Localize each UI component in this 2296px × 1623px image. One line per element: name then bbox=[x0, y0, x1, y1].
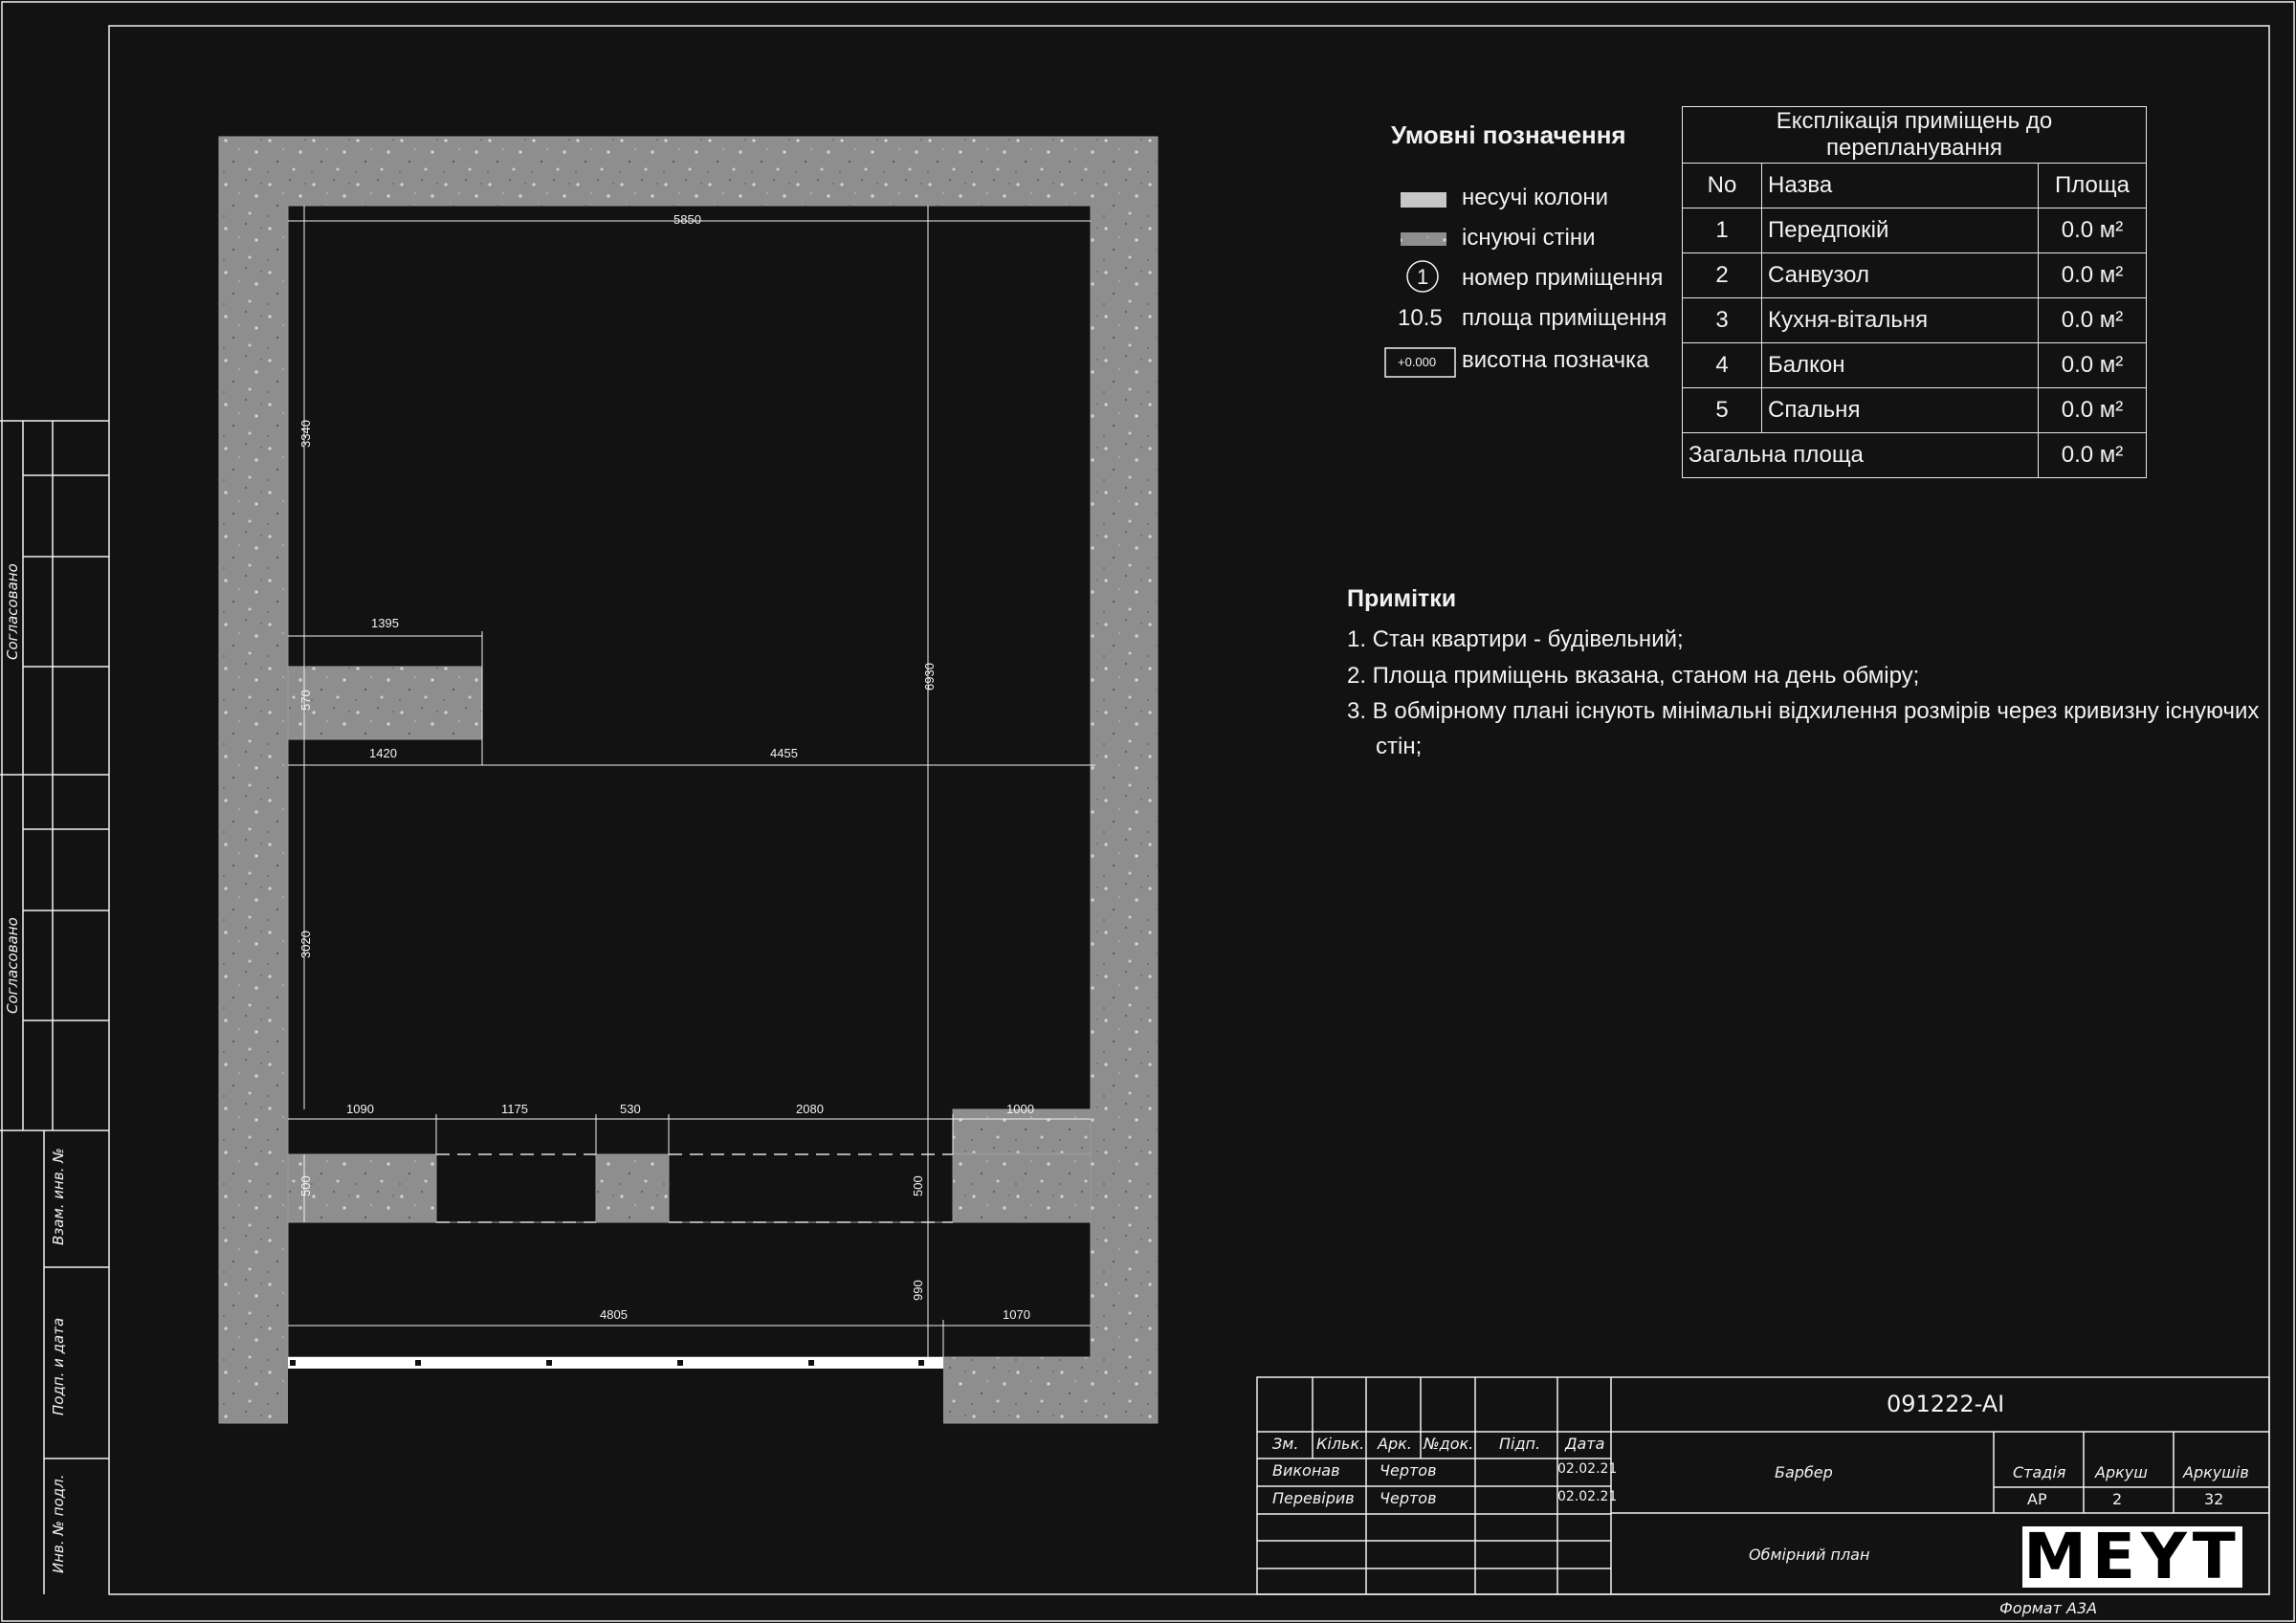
sheets-value: 32 bbox=[2204, 1490, 2224, 1508]
row-name: Санвузол bbox=[1761, 252, 2039, 298]
explication-title: Експлікація приміщень до перепланування bbox=[1682, 106, 2147, 164]
col-header-sign: Підп. bbox=[1499, 1435, 1541, 1453]
legend-title: Умовні позначення bbox=[1391, 121, 1626, 149]
dim-wall-right: 500 bbox=[911, 1175, 925, 1196]
row-name: Передпокій bbox=[1761, 208, 2039, 253]
sheet-header: Аркуш bbox=[2095, 1463, 2148, 1481]
legend-columns-label: несучі колони bbox=[1462, 185, 1608, 210]
dim-bottom-left: 4805 bbox=[600, 1307, 628, 1322]
drawing-sheet: 5850 3340 1395 570 1420 4455 6930 3020 1… bbox=[0, 0, 2296, 1623]
col-header-doc: №док. bbox=[1424, 1435, 1474, 1453]
dim-ledge-height: 570 bbox=[298, 690, 313, 711]
table-row: 4 Балкон 0.0 м² bbox=[1682, 342, 2147, 388]
row-role-checked: Перевірив bbox=[1272, 1489, 1355, 1507]
legend-swatch-columns bbox=[1401, 192, 1446, 208]
header-no: No bbox=[1682, 163, 1762, 208]
legend-walls-label: існуючі стіни bbox=[1462, 225, 1596, 251]
dim-wall-left: 500 bbox=[298, 1175, 313, 1196]
row-name: Кухня-вітальня bbox=[1761, 297, 2039, 343]
sheet-value: 2 bbox=[2112, 1490, 2123, 1508]
dim-left-upper: 3340 bbox=[298, 420, 313, 448]
dim-left-lower: 3020 bbox=[298, 931, 313, 958]
dim-total-height: 6930 bbox=[922, 663, 937, 691]
stage-value: АР bbox=[2027, 1490, 2047, 1508]
row-area: 0.0 м² bbox=[2038, 297, 2147, 343]
row-area: 0.0 м² bbox=[2038, 252, 2147, 298]
sheets-header: Аркушів bbox=[2183, 1463, 2249, 1481]
note-1: 1. Стан квартири - будівельний; bbox=[1347, 626, 1684, 652]
dim-seg2: 1175 bbox=[501, 1102, 528, 1116]
dim-seg5: 1000 bbox=[1006, 1102, 1034, 1116]
side-inv-orig: Инв. № подл. bbox=[50, 1474, 67, 1573]
col-header-count: Кільк. bbox=[1316, 1435, 1365, 1453]
total-label: Загальна площа bbox=[1682, 432, 2039, 478]
col-header-sheet: Арк. bbox=[1378, 1435, 1412, 1453]
row-date-checked: 02.02.21 bbox=[1557, 1489, 1618, 1504]
dim-bottom-height: 990 bbox=[911, 1280, 925, 1301]
dim-seg4: 2080 bbox=[796, 1102, 824, 1116]
dim-seg1: 1090 bbox=[346, 1102, 374, 1116]
row-no: 3 bbox=[1682, 297, 1762, 343]
table-row: 1 Передпокій 0.0 м² bbox=[1682, 208, 2147, 253]
side-inv-replace: Взам. инв. № bbox=[50, 1148, 67, 1245]
dim-left-mid: 1420 bbox=[369, 746, 397, 760]
side-agreed-2: Согласовано bbox=[4, 917, 21, 1014]
dim-ledge-width: 1395 bbox=[371, 616, 399, 630]
column-middle bbox=[595, 1153, 670, 1223]
note-3: 3. В обмірному плані існують мінімальні … bbox=[1347, 698, 2260, 724]
existing-walls bbox=[218, 136, 1159, 1424]
project-name: Барбер bbox=[1775, 1463, 1833, 1481]
row-no: 2 bbox=[1682, 252, 1762, 298]
notes-title: Примітки bbox=[1347, 585, 1457, 612]
legend-area-label: площа приміщення bbox=[1462, 305, 1667, 331]
company-logo: MEYT bbox=[2022, 1520, 2242, 1593]
table-row: 2 Санвузол 0.0 м² bbox=[1682, 252, 2147, 298]
row-area: 0.0 м² bbox=[2038, 342, 2147, 388]
row-name: Спальня bbox=[1761, 387, 2039, 433]
wall-segment-right bbox=[952, 1153, 1092, 1223]
row-name: Балкон bbox=[1761, 342, 2039, 388]
note-3-cont: стін; bbox=[1376, 734, 1423, 759]
legend-elevation-label: висотна позначка bbox=[1462, 347, 1649, 373]
row-name-checked: Чертов bbox=[1380, 1489, 1437, 1507]
row-no: 1 bbox=[1682, 208, 1762, 253]
table-row: 5 Спальня 0.0 м² bbox=[1682, 387, 2147, 433]
dim-mid-right: 4455 bbox=[770, 746, 798, 760]
balcony-rail bbox=[288, 1357, 943, 1369]
dim-top: 5850 bbox=[673, 212, 701, 227]
row-role-performed: Виконав bbox=[1272, 1461, 1340, 1480]
dim-bottom-right: 1070 bbox=[1003, 1307, 1030, 1322]
header-name: Назва bbox=[1761, 163, 2039, 208]
stage-header: Стадія bbox=[2013, 1463, 2066, 1481]
legend-swatch-walls bbox=[1401, 232, 1446, 246]
col-header-zm: Зм. bbox=[1272, 1435, 1299, 1453]
header-area: Площа bbox=[2038, 163, 2147, 208]
opening-lines bbox=[436, 1153, 953, 1223]
sheet-title: Обмірний план bbox=[1749, 1546, 1870, 1564]
legend-area-symbol: 10.5 bbox=[1398, 305, 1443, 331]
side-sign-date: Подп. и дата bbox=[50, 1317, 67, 1415]
drawing-code: 091222-AI bbox=[1887, 1391, 2005, 1417]
dim-seg3: 530 bbox=[620, 1102, 641, 1116]
row-no: 5 bbox=[1682, 387, 1762, 433]
explication-table: Експлікація приміщень до перепланування … bbox=[1682, 106, 2147, 478]
row-area: 0.0 м² bbox=[2038, 387, 2147, 433]
side-agreed-1: Согласовано bbox=[4, 563, 21, 660]
col-header-date: Дата bbox=[1565, 1435, 1605, 1453]
row-no: 4 bbox=[1682, 342, 1762, 388]
row-date-performed: 02.02.21 bbox=[1557, 1461, 1618, 1477]
wall-ledge bbox=[287, 666, 483, 740]
table-row: 3 Кухня-вітальня 0.0 м² bbox=[1682, 297, 2147, 343]
total-area: 0.0 м² bbox=[2038, 432, 2147, 478]
format-label: Формат А3А bbox=[1999, 1599, 2098, 1617]
legend-room-number-label: номер приміщення bbox=[1462, 265, 1664, 291]
legend-elevation-symbol: +0.000 bbox=[1398, 355, 1437, 369]
row-area: 0.0 м² bbox=[2038, 208, 2147, 253]
note-2: 2. Площа приміщень вказана, станом на де… bbox=[1347, 663, 1920, 689]
legend-room-number-symbol: 1 bbox=[1417, 265, 1429, 289]
table-header-row: No Назва Площа bbox=[1682, 163, 2147, 208]
table-total-row: Загальна площа 0.0 м² bbox=[1682, 432, 2147, 478]
row-name-performed: Чертов bbox=[1380, 1461, 1437, 1480]
